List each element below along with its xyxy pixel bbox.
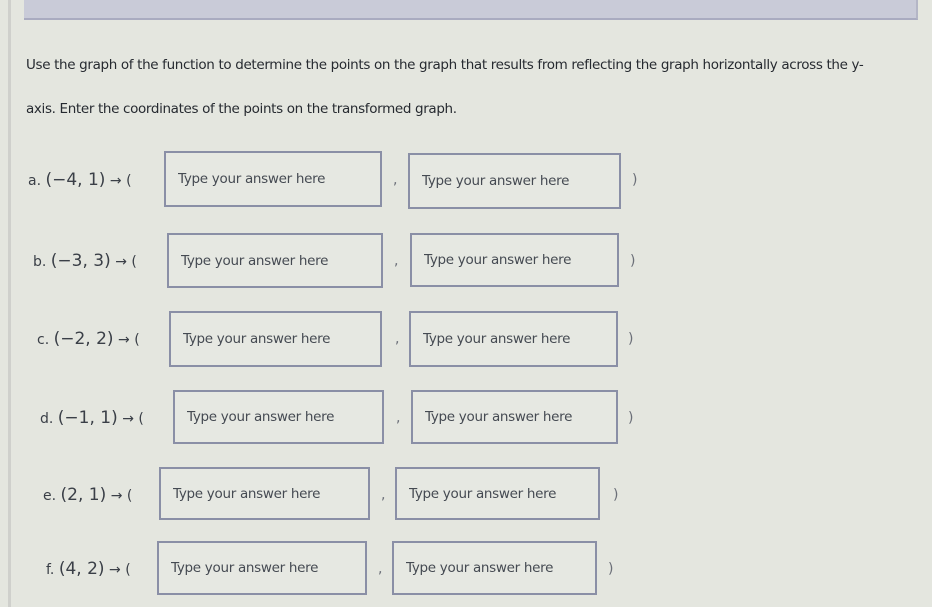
open-paren: ( [138, 411, 144, 427]
item-label: f. (4, 2) → ( [46, 541, 131, 598]
y-coordinate-input[interactable] [392, 541, 597, 595]
arrow-icon: → [110, 488, 123, 504]
item-letter: f. [46, 562, 55, 578]
comma-separator: , [381, 487, 386, 503]
original-point: (4, 2) [58, 559, 105, 579]
item-label: a. (−4, 1) → ( [28, 152, 132, 209]
open-paren: ( [131, 254, 137, 270]
y-coordinate-input[interactable] [410, 233, 619, 287]
arrow-icon: → [118, 332, 130, 348]
x-coordinate-input[interactable] [173, 390, 384, 444]
question-text-line-2: axis. Enter the coordinates of the point… [26, 101, 457, 117]
item-b: b. (−3, 3) → ( , ) [0, 233, 932, 291]
close-paren: ) [608, 561, 614, 577]
original-point: (−4, 1) [45, 170, 106, 190]
x-coordinate-input[interactable] [164, 151, 382, 207]
item-letter: e. [43, 488, 57, 504]
y-coordinate-input[interactable] [409, 311, 618, 367]
open-paren: ( [126, 488, 133, 504]
original-point: (2, 1) [60, 485, 107, 505]
item-c: c. (−2, 2) → ( , ) [0, 311, 932, 369]
item-d: d. (−1, 1) → ( , ) [0, 390, 932, 448]
item-e: e. (2, 1) → ( , ) [0, 467, 932, 525]
comma-separator: , [395, 331, 400, 347]
comma-separator: , [394, 253, 399, 269]
x-coordinate-input[interactable] [167, 233, 383, 288]
original-point: (−2, 2) [53, 329, 114, 349]
close-paren: ) [628, 410, 634, 426]
item-label: d. (−1, 1) → ( [40, 390, 144, 447]
open-paren: ( [126, 173, 132, 189]
arrow-icon: → [109, 173, 122, 189]
y-coordinate-input[interactable] [411, 390, 618, 444]
item-label: b. (−3, 3) → ( [33, 233, 137, 290]
open-paren: ( [134, 332, 140, 348]
comma-separator: , [396, 410, 401, 426]
item-label: c. (−2, 2) → ( [37, 311, 140, 368]
close-paren: ) [630, 253, 636, 269]
close-paren: ) [628, 331, 634, 347]
arrow-icon: → [109, 562, 121, 578]
item-letter: b. [33, 254, 47, 270]
item-f: f. (4, 2) → ( , ) [0, 541, 932, 599]
y-coordinate-input[interactable] [395, 467, 600, 520]
open-paren: ( [125, 562, 131, 578]
comma-separator: , [393, 172, 398, 188]
question-text-line-1: Use the graph of the function to determi… [26, 57, 864, 73]
x-coordinate-input[interactable] [169, 311, 382, 367]
y-coordinate-input[interactable] [408, 153, 621, 209]
top-banner [24, 0, 918, 20]
comma-separator: , [378, 561, 383, 577]
arrow-icon: → [122, 411, 134, 427]
item-letter: a. [28, 173, 42, 189]
item-letter: d. [40, 411, 54, 427]
item-label: e. (2, 1) → ( [43, 467, 132, 524]
original-point: (−1, 1) [57, 408, 118, 428]
item-a: a. (−4, 1) → ( , ) [0, 151, 932, 210]
x-coordinate-input[interactable] [159, 467, 370, 520]
x-coordinate-input[interactable] [157, 541, 367, 595]
arrow-icon: → [115, 254, 127, 270]
close-paren: ) [613, 487, 619, 503]
item-letter: c. [37, 332, 50, 348]
original-point: (−3, 3) [50, 251, 111, 271]
close-paren: ) [632, 172, 638, 188]
